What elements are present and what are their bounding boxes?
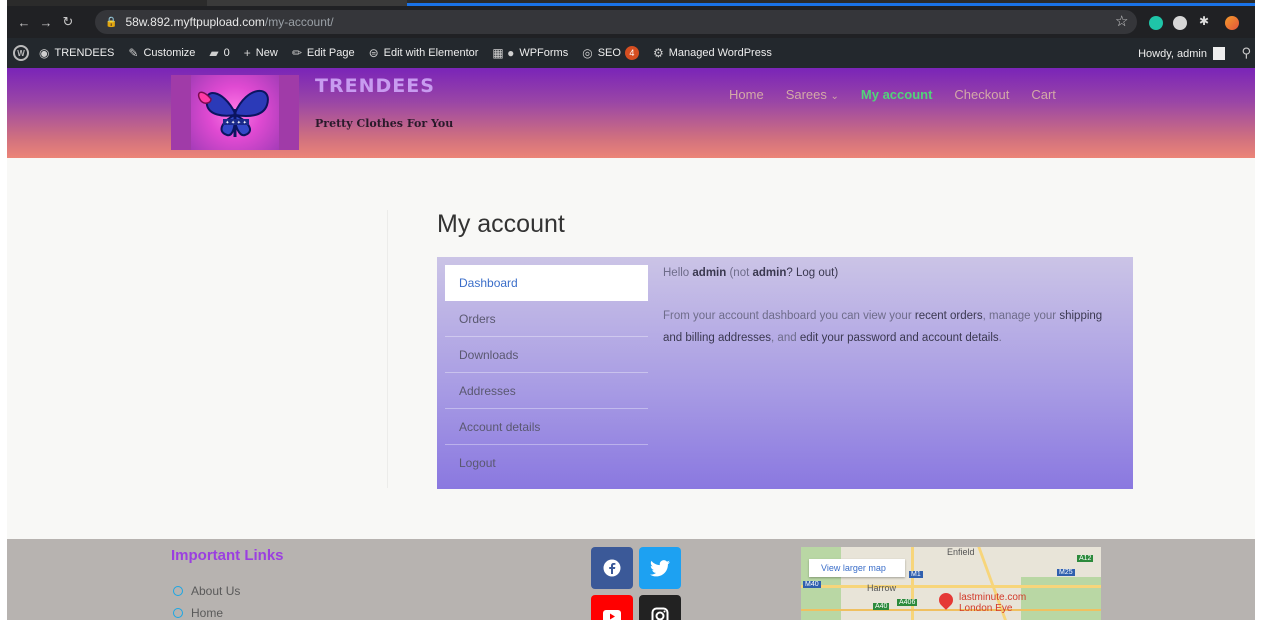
url-path: /my-account/	[264, 15, 334, 29]
butterfly-logo-icon: ✦ ✦ ✦ ✦	[197, 89, 269, 137]
dashboard-description: From your account dashboard you can view…	[663, 310, 1103, 344]
map-label-harrow: Harrow	[867, 583, 897, 593]
map-embed[interactable]: Enfield Harrow M1 M25 A12 M40 A40 A406 V…	[801, 547, 1101, 620]
admin-comments[interactable]: ▰ 0	[209, 46, 229, 60]
site-logo[interactable]: ✦ ✦ ✦ ✦	[171, 75, 299, 150]
footer-link-about-us[interactable]: About Us	[173, 584, 240, 598]
greeting-text: Hello admin (not admin? Log out)	[663, 267, 839, 279]
circle-bullet-icon	[173, 608, 183, 618]
map-road-shield: A12	[1077, 555, 1094, 562]
admin-managed-wordpress[interactable]: ⚙ Managed WordPress	[653, 46, 772, 60]
back-icon[interactable]: ←	[13, 15, 35, 30]
reload-icon[interactable]: ↻	[57, 14, 79, 30]
seo-count-badge: 4	[624, 46, 639, 60]
youtube-icon[interactable]	[591, 595, 633, 620]
address-bar: ← → ↻ 🔒 58w.892.myftpupload.com /my-acco…	[7, 6, 1255, 38]
greeting-username: admin	[692, 267, 727, 279]
facebook-icon[interactable]	[591, 547, 633, 589]
seo-icon: ◎	[582, 46, 593, 60]
browser-window: ← → ↻ 🔒 58w.892.myftpupload.com /my-acco…	[7, 0, 1255, 620]
map-road-shield: M1	[909, 571, 923, 578]
chevron-down-icon: ⌄	[830, 91, 839, 102]
site-tagline: Pretty Clothes For You	[315, 117, 454, 130]
admin-customize[interactable]: ✎ Customize	[128, 46, 195, 60]
map-park-area	[1021, 577, 1101, 620]
footer-link-home[interactable]: Home	[173, 606, 223, 620]
map-road-shield: A406	[897, 599, 918, 606]
bookmark-star-icon[interactable]: ☆	[1115, 12, 1128, 30]
admin-seo[interactable]: ◎ SEO 4	[582, 46, 639, 60]
site-title[interactable]: TRENDEES	[315, 75, 435, 97]
comment-icon: ▰	[209, 46, 219, 60]
svg-text:✦ ✦ ✦ ✦: ✦ ✦ ✦ ✦	[225, 120, 247, 126]
grammarly-extension-icon[interactable]	[1149, 16, 1163, 30]
profile-avatar[interactable]	[1225, 16, 1239, 30]
wordpress-logo-icon[interactable]: W	[13, 45, 29, 61]
search-icon[interactable]: ⚲	[1241, 45, 1251, 61]
twitter-icon[interactable]	[639, 547, 681, 589]
account-nav-orders[interactable]: Orders	[445, 301, 648, 337]
menu-item-checkout[interactable]: Checkout	[954, 87, 1009, 102]
map-label-enfield: Enfield	[947, 547, 975, 557]
map-road-shield: M40	[803, 581, 821, 588]
site-footer: Important Links About Us Home Enfield Ha…	[7, 539, 1255, 620]
forms-icon: ▦ ●	[492, 46, 515, 60]
map-road-shield: A40	[873, 603, 890, 610]
admin-howdy[interactable]: Howdy, admin	[1138, 47, 1225, 60]
map-road	[801, 609, 1101, 611]
main-menu: Home Sarees ⌄ My account Checkout Cart	[707, 87, 1056, 102]
plus-icon: +	[243, 46, 251, 60]
menu-item-my-account[interactable]: My account	[861, 87, 933, 102]
site-header: ✦ ✦ ✦ ✦ TRENDEES Pretty Clothes For You …	[7, 68, 1255, 158]
dashboard-content: Hello admin (not admin? Log out) From yo…	[663, 267, 1103, 349]
map-pin-icon[interactable]	[936, 590, 956, 610]
instagram-icon[interactable]	[639, 595, 681, 620]
admin-wpforms[interactable]: ▦ ● WPForms	[492, 46, 568, 60]
extension-icon[interactable]	[1173, 16, 1187, 30]
brush-icon: ✎	[128, 46, 139, 60]
account-navigation: Dashboard Orders Downloads Addresses Acc…	[445, 265, 648, 481]
circle-bullet-icon	[173, 586, 183, 596]
page-title: My account	[437, 210, 565, 238]
map-road	[801, 585, 1101, 588]
menu-item-home[interactable]: Home	[729, 87, 764, 102]
admin-edit-page[interactable]: ✏ Edit Page	[292, 46, 355, 60]
elementor-icon: ⊜	[368, 46, 379, 60]
forward-icon[interactable]: →	[35, 15, 57, 30]
account-nav-account-details[interactable]: Account details	[445, 409, 648, 445]
dashboard-icon: ◉	[39, 46, 50, 60]
admin-avatar	[1213, 47, 1225, 60]
url-input[interactable]: 🔒 58w.892.myftpupload.com /my-account/	[95, 10, 1137, 34]
gear-icon: ⚙	[652, 46, 664, 60]
menu-item-sarees[interactable]: Sarees ⌄	[786, 87, 839, 102]
recent-orders-link[interactable]: recent orders	[915, 310, 983, 322]
map-place-label: lastminute.com London Eye	[959, 592, 1027, 614]
account-nav-dashboard[interactable]: Dashboard	[445, 265, 648, 301]
account-nav-logout[interactable]: Logout	[445, 445, 648, 481]
admin-edit-elementor[interactable]: ⊜ Edit with Elementor	[369, 46, 479, 60]
admin-site-name[interactable]: ◉ TRENDEES	[39, 46, 114, 60]
puzzle-extension-icon[interactable]: ✱	[1199, 14, 1213, 28]
logout-link[interactable]: Log out	[796, 267, 834, 279]
admin-new[interactable]: + New	[244, 46, 278, 60]
wp-admin-bar: W ◉ TRENDEES ✎ Customize ▰ 0 + New ✏ Edit Pag…	[7, 38, 1255, 68]
map-road-shield: M25	[1057, 569, 1075, 576]
view-larger-map-button[interactable]: View larger map	[809, 559, 905, 577]
account-details-link[interactable]: edit your password and account details	[800, 332, 999, 344]
footer-heading: Important Links	[171, 547, 284, 564]
sidebar-divider	[387, 210, 388, 488]
menu-item-cart[interactable]: Cart	[1031, 87, 1056, 102]
account-nav-addresses[interactable]: Addresses	[445, 373, 648, 409]
account-nav-downloads[interactable]: Downloads	[445, 337, 648, 373]
url-host: 58w.892.myftpupload.com	[125, 15, 265, 29]
account-panel: Dashboard Orders Downloads Addresses Acc…	[437, 257, 1133, 489]
lock-icon: 🔒	[105, 16, 118, 28]
pencil-icon: ✏	[291, 46, 302, 60]
